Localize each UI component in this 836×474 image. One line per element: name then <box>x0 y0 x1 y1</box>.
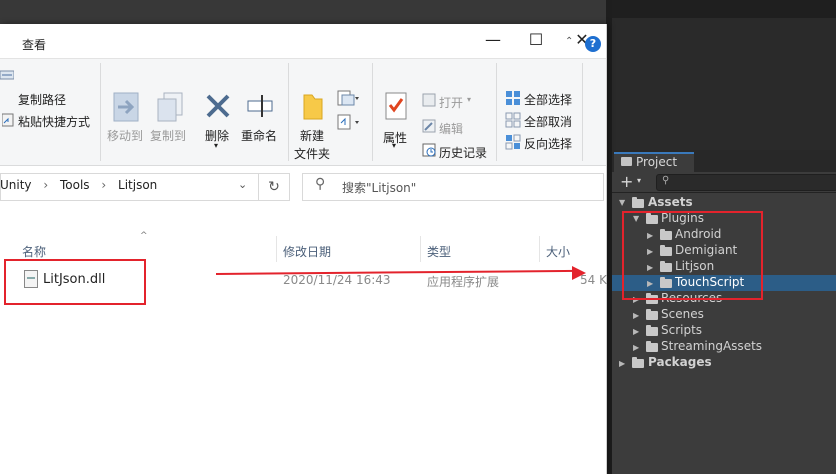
edit-button[interactable]: 编辑 <box>439 120 463 137</box>
column-header-date[interactable]: 修改日期 <box>283 243 331 260</box>
help-icon[interactable]: ? <box>585 36 601 52</box>
open-button[interactable]: 打开 <box>439 94 463 111</box>
properties-icon <box>385 92 407 120</box>
folder-icon <box>646 309 658 320</box>
column-divider[interactable] <box>276 236 277 262</box>
project-tab-label: Project <box>636 155 678 169</box>
collapse-arrow-icon[interactable]: ▶ <box>619 359 625 368</box>
copy-path-icon <box>0 70 14 80</box>
collapse-ribbon-icon[interactable]: ⌃ <box>565 36 573 47</box>
column-divider[interactable] <box>420 236 421 262</box>
ribbon: 复制路径 粘贴快捷方式 移动到 复制到 删除 ▾ 重命名 组织 新建 文件夹 新… <box>0 58 606 188</box>
select-all-icon <box>506 91 520 105</box>
tree-item-packages[interactable]: Packages <box>648 355 712 369</box>
copy-to-icon <box>157 92 183 122</box>
properties-dropdown-icon[interactable]: ▾ <box>392 141 396 150</box>
folder-icon <box>646 325 658 336</box>
tree-item-scenes[interactable]: Scenes <box>661 307 704 321</box>
ribbon-separator <box>372 63 373 161</box>
new-folder-button[interactable]: 新建 <box>300 127 324 144</box>
history-button[interactable]: 历史记录 <box>439 144 487 161</box>
breadcrumb-tools[interactable]: Tools <box>60 178 90 192</box>
breadcrumb-separator[interactable]: › <box>101 178 106 192</box>
new-folder-icon <box>303 94 323 120</box>
collapse-arrow-icon[interactable]: ▶ <box>633 311 639 320</box>
tree-item-assets[interactable]: Assets <box>648 195 693 209</box>
annotation-highlight-plugins <box>622 211 763 300</box>
tree-item-streamingassets[interactable]: StreamingAssets <box>661 339 762 353</box>
collapse-arrow-icon[interactable]: ▶ <box>633 343 639 352</box>
copy-to-button[interactable]: 复制到 <box>150 127 186 144</box>
copy-path-button[interactable]: 复制路径 <box>18 91 66 108</box>
history-icon <box>422 143 436 157</box>
add-asset-button[interactable]: + <box>620 172 633 191</box>
select-all-button[interactable]: 全部选择 <box>524 91 572 108</box>
menu-view[interactable]: 查看 <box>22 36 46 53</box>
ribbon-separator <box>288 63 289 161</box>
search-input[interactable]: 搜索"Litjson" <box>342 179 416 196</box>
address-dropdown-icon[interactable]: ⌄ <box>238 178 247 191</box>
search-icon: ⚲ <box>662 175 670 186</box>
expand-arrow-icon[interactable]: ▼ <box>619 198 625 207</box>
move-to-icon <box>113 92 139 122</box>
annotation-highlight-file <box>4 259 146 305</box>
delete-icon <box>206 94 230 118</box>
rename-icon <box>247 95 273 117</box>
rename-button[interactable]: 重命名 <box>241 127 277 144</box>
paste-shortcut-button[interactable]: 粘贴快捷方式 <box>18 113 90 130</box>
new-folder-button-line2[interactable]: 文件夹 <box>294 145 330 162</box>
paste-shortcut-icon <box>2 113 14 127</box>
easy-access-icon <box>337 114 359 130</box>
project-tab-icon <box>621 157 632 166</box>
search-icon: ⚲ <box>315 176 326 192</box>
folder-icon <box>646 341 658 352</box>
breadcrumb: Unity › Tools › Litjson <box>0 178 157 192</box>
invert-selection-icon <box>505 134 521 150</box>
move-to-button[interactable]: 移动到 <box>107 127 143 144</box>
maximize-button[interactable]: ☐ <box>513 24 559 56</box>
annotation-arrow-head <box>572 266 586 280</box>
folder-icon <box>632 197 644 208</box>
file-date: 2020/11/24 16:43 <box>283 273 391 287</box>
breadcrumb-litjson[interactable]: Litjson <box>118 178 157 192</box>
column-header-name[interactable]: 名称 <box>22 243 46 260</box>
collapse-arrow-icon[interactable]: ▶ <box>633 327 639 336</box>
ribbon-separator <box>496 63 497 161</box>
tree-item-scripts[interactable]: Scripts <box>661 323 702 337</box>
delete-dropdown-icon[interactable]: ▾ <box>214 141 218 150</box>
project-search-input[interactable] <box>656 174 836 191</box>
minimize-button[interactable]: — <box>470 24 516 56</box>
unity-top-strip <box>612 0 836 18</box>
column-header-type[interactable]: 类型 <box>427 243 451 260</box>
open-dropdown-icon[interactable]: ▾ <box>467 95 471 104</box>
column-header-size[interactable]: 大小 <box>546 243 570 260</box>
ribbon-separator <box>100 63 101 161</box>
select-none-icon <box>505 112 521 128</box>
edit-icon <box>422 119 436 133</box>
breadcrumb-unity[interactable]: Unity <box>0 178 32 192</box>
invert-selection-button[interactable]: 反向选择 <box>524 135 572 152</box>
refresh-button[interactable]: ↻ <box>258 173 290 201</box>
breadcrumb-separator[interactable]: › <box>43 178 48 192</box>
new-item-icon <box>337 90 359 106</box>
folder-icon <box>632 357 644 368</box>
unity-scene-area <box>612 0 836 150</box>
open-icon <box>422 93 436 107</box>
select-none-button[interactable]: 全部取消 <box>524 113 572 130</box>
file-type: 应用程序扩展 <box>427 275 500 289</box>
column-divider[interactable] <box>539 236 540 262</box>
add-dropdown-icon[interactable]: ▾ <box>637 176 641 185</box>
ribbon-separator <box>582 63 583 161</box>
refresh-icon: ↻ <box>268 179 280 195</box>
sort-up-icon: ^ <box>140 231 148 241</box>
